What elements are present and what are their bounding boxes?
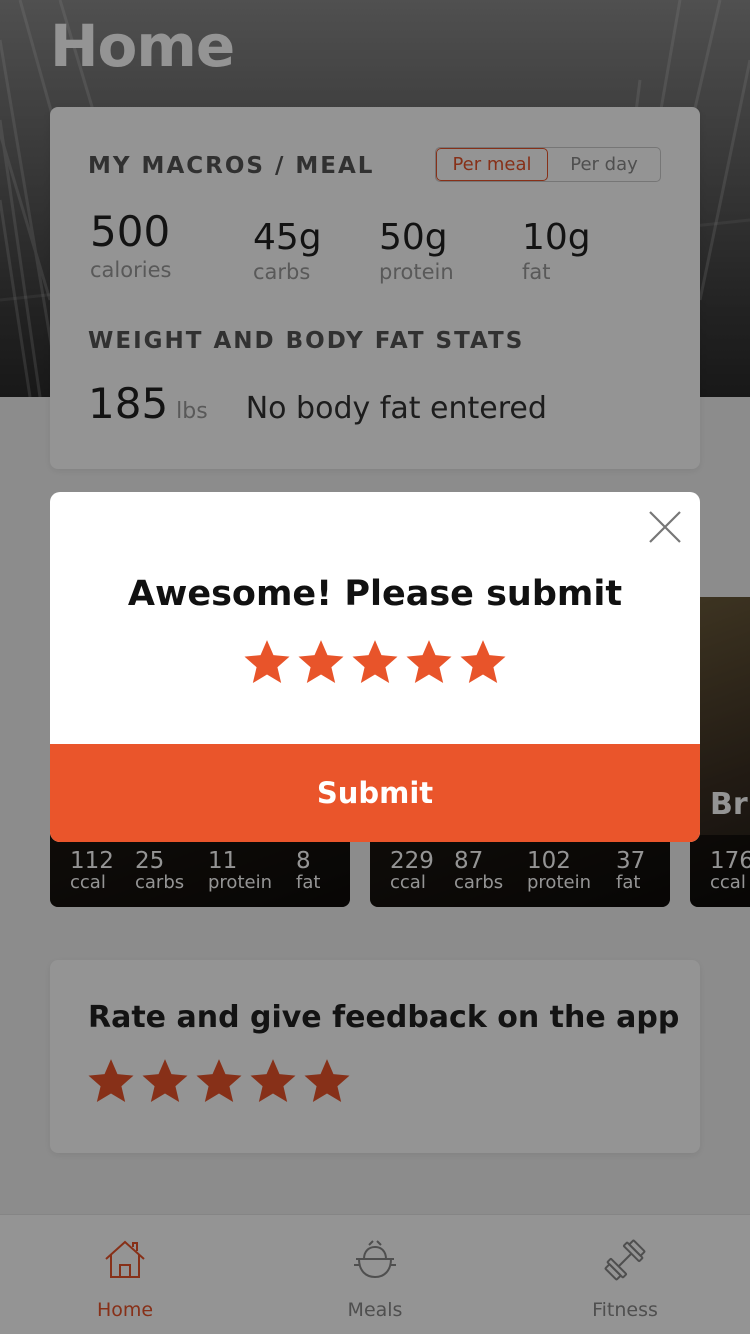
star-icon[interactable]	[350, 637, 400, 687]
star-icon[interactable]	[296, 637, 346, 687]
rating-modal: Awesome! Please submit Submit	[50, 492, 700, 842]
submit-button[interactable]: Submit	[50, 744, 700, 842]
star-icon[interactable]	[242, 637, 292, 687]
star-icon[interactable]	[404, 637, 454, 687]
close-icon[interactable]	[648, 510, 682, 544]
star-icon[interactable]	[458, 637, 508, 687]
modal-stars	[242, 637, 508, 687]
modal-heading: Awesome! Please submit	[127, 574, 623, 614]
